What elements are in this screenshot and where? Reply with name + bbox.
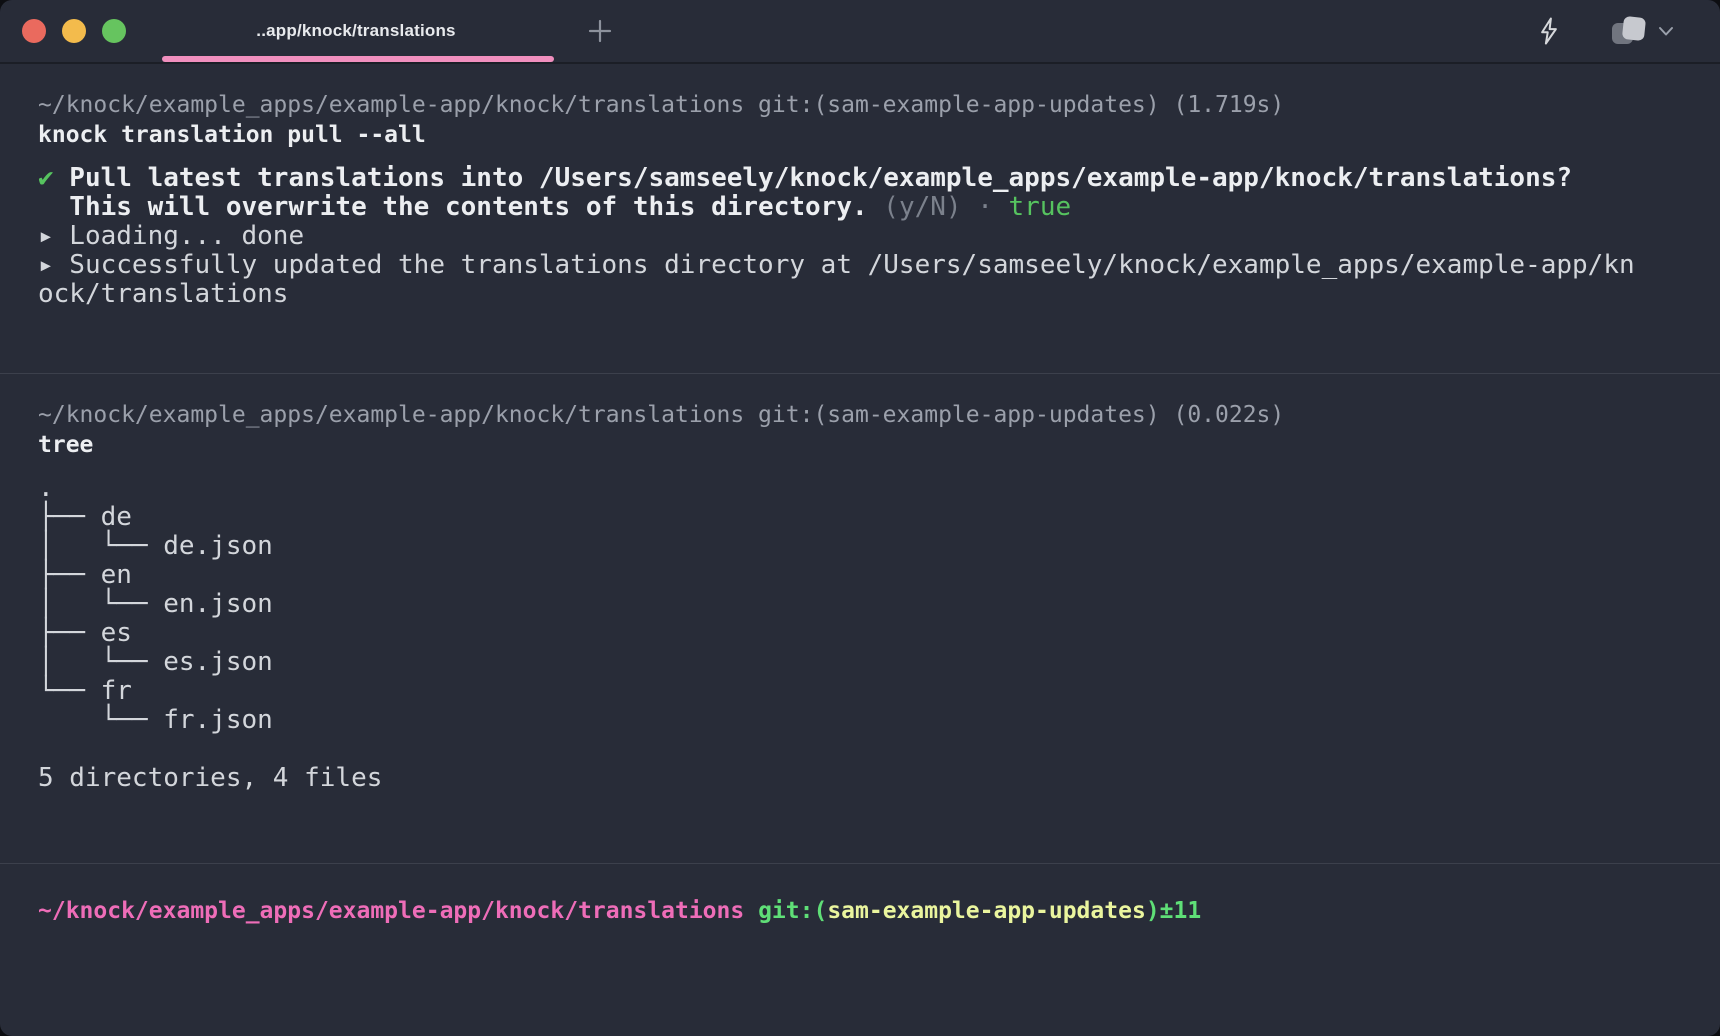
current-prompt[interactable]: ~/knock/example_apps/example-app/knock/t…	[38, 896, 1706, 926]
prompt-line: ~/knock/example_apps/example-app/knock/t…	[38, 400, 1706, 430]
profile-menu-button[interactable]	[1602, 14, 1680, 48]
tree-line: ├── en	[38, 561, 1706, 590]
close-button[interactable]	[22, 19, 46, 43]
plus-icon	[586, 17, 614, 45]
tree-line: └── fr.json	[38, 706, 1706, 735]
tree-summary: 5 directories, 4 files	[38, 764, 1706, 793]
current-prompt-block[interactable]: ~/knock/example_apps/example-app/knock/t…	[0, 863, 1720, 984]
tree-line: ├── de	[38, 503, 1706, 532]
confirm-answer: true	[1009, 192, 1072, 222]
git-label: git:(	[744, 898, 827, 924]
output-line: ✔ Pull latest translations into /Users/s…	[38, 164, 1706, 193]
success-status-line-wrap: ock/translations	[38, 280, 1706, 309]
success-status-line: ▸ Successfully updated the translations …	[38, 251, 1706, 280]
git-branch: sam-example-app-updates	[827, 898, 1146, 924]
check-icon: ✔	[38, 163, 54, 193]
tree-line: │ └── de.json	[38, 532, 1706, 561]
tab-underline	[162, 56, 554, 62]
tabbar-right-controls	[1530, 0, 1720, 62]
lightning-icon	[1536, 16, 1562, 46]
tree-line: │ └── en.json	[38, 590, 1706, 619]
confirm-question: Pull latest translations into /Users/sam…	[54, 163, 1572, 193]
tree-output: .├── de│ └── de.json├── en│ └── en.json├…	[38, 474, 1706, 793]
prompt-text: ~/knock/example_apps/example-app/knock/t…	[38, 402, 1284, 428]
warp-ai-button[interactable]	[1530, 16, 1568, 46]
tree-line: └── fr	[38, 677, 1706, 706]
command-block-tree[interactable]: ~/knock/example_apps/example-app/knock/t…	[0, 373, 1720, 863]
prompt-text: ~/knock/example_apps/example-app/knock/t…	[38, 92, 1284, 118]
confirm-warning: This will overwrite the contents of this…	[38, 192, 868, 222]
window-controls	[0, 0, 152, 62]
terminal-content: ~/knock/example_apps/example-app/knock/t…	[0, 64, 1720, 984]
tree-line: ├── es	[38, 619, 1706, 648]
tree-lines: .├── de│ └── de.json├── en│ └── en.json├…	[38, 474, 1706, 735]
terminal-window: ..app/knock/translations	[0, 0, 1720, 1036]
tree-line: .	[38, 474, 1706, 503]
prompt-line: ~/knock/example_apps/example-app/knock/t…	[38, 90, 1706, 120]
command-block-pull[interactable]: ~/knock/example_apps/example-app/knock/t…	[0, 64, 1720, 373]
minimize-button[interactable]	[62, 19, 86, 43]
confirm-hint: (y/N) ·	[868, 192, 1009, 222]
git-label-close: )	[1146, 898, 1160, 924]
new-tab-button[interactable]	[578, 0, 622, 62]
tabbar-spacer	[622, 0, 1530, 62]
prompt-path: ~/knock/example_apps/example-app/knock/t…	[38, 898, 744, 924]
loading-status-line: ▸ Loading... done	[38, 222, 1706, 251]
output-line: This will overwrite the contents of this…	[38, 193, 1706, 222]
zoom-button[interactable]	[102, 19, 126, 43]
chevron-down-icon	[1658, 26, 1674, 37]
blank-line	[38, 735, 1706, 764]
tab-active[interactable]: ..app/knock/translations	[152, 0, 560, 62]
command-output: ✔ Pull latest translations into /Users/s…	[38, 164, 1706, 309]
git-changes-badge: ±11	[1160, 898, 1202, 924]
command-text: tree	[38, 430, 1706, 460]
tab-title: ..app/knock/translations	[256, 21, 455, 41]
command-text: knock translation pull --all	[38, 120, 1706, 150]
tab-bar: ..app/knock/translations	[0, 0, 1720, 64]
profile-blocks-icon	[1608, 14, 1650, 48]
tree-line: │ └── es.json	[38, 648, 1706, 677]
